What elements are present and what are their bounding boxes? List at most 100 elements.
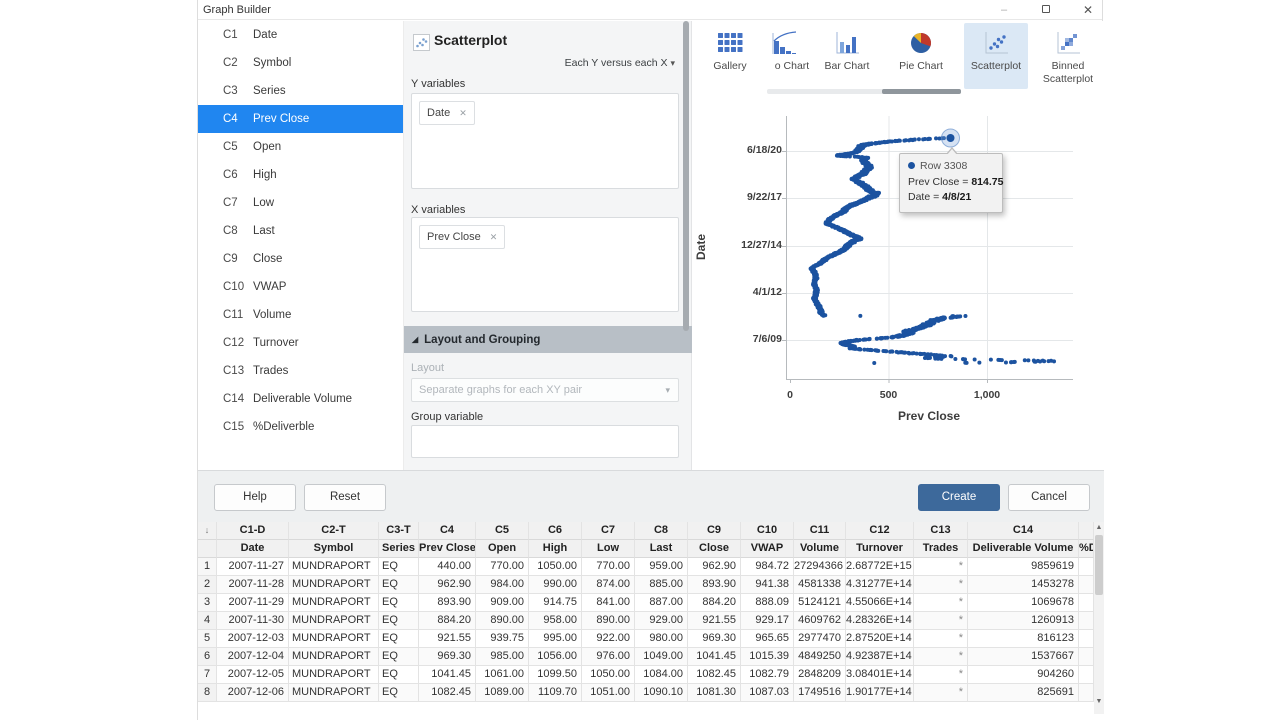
layout-dropdown[interactable]: Separate graphs for each XY pair ▾ xyxy=(411,378,679,402)
gallery-item-binned-scatterplot[interactable]: Binned Scatterplot xyxy=(1034,23,1102,89)
gallery-item-pie-chart[interactable]: Pie Chart xyxy=(890,23,952,89)
table-cell: 1082.45 xyxy=(688,666,741,684)
column-item-c5[interactable]: C5Open xyxy=(198,133,403,161)
worksheet-preview: ↓C1-DC2-TC3-TC4C5C6C7C8C9C10C11C12C13C14… xyxy=(198,522,1104,720)
table-cell: 1051.00 xyxy=(582,684,635,702)
table-cell: MUNDRAPORT xyxy=(289,648,379,666)
pareto-chart-icon xyxy=(771,30,797,58)
table-cell: * xyxy=(914,666,968,684)
table-cell: 841.00 xyxy=(582,594,635,612)
column-item-c10[interactable]: C10VWAP xyxy=(198,273,403,301)
table-cell: * xyxy=(914,612,968,630)
row-number: 1 xyxy=(198,558,217,576)
table-cell: * xyxy=(914,594,968,612)
table-cell: 941.38 xyxy=(741,576,794,594)
layout-grouping-section-header[interactable]: ◢ Layout and Grouping xyxy=(404,326,692,353)
column-header: Open xyxy=(476,540,529,558)
table-cell: 965.65 xyxy=(741,630,794,648)
scroll-up-icon[interactable]: ▲ xyxy=(1094,522,1104,534)
table-corner-cell[interactable] xyxy=(198,540,217,558)
remove-chip-icon[interactable]: ✕ xyxy=(459,108,467,119)
column-item-c13[interactable]: C13Trades xyxy=(198,357,403,385)
column-item-c6[interactable]: C6High xyxy=(198,161,403,189)
variable-chip-date[interactable]: Date✕ xyxy=(419,101,475,125)
restore-icon[interactable] xyxy=(1036,0,1056,20)
scroll-down-icon[interactable]: ▼ xyxy=(1094,696,1104,708)
y-tick-label: 9/22/17 xyxy=(696,191,782,203)
column-header: Close xyxy=(688,540,741,558)
column-item-c9[interactable]: C9Close xyxy=(198,245,403,273)
table-cell: * xyxy=(914,558,968,576)
table-cell: 990.00 xyxy=(529,576,582,594)
column-item-c4[interactable]: C4Prev Close xyxy=(198,105,403,133)
table-cell: 2007-11-30 xyxy=(217,612,289,630)
table-cell: 440.00 xyxy=(419,558,476,576)
column-header: C13 xyxy=(914,522,968,540)
layout-label: Layout xyxy=(411,362,444,374)
remove-chip-icon[interactable]: ✕ xyxy=(490,232,498,243)
table-cell: 939.75 xyxy=(476,630,529,648)
table-cell: 770.00 xyxy=(476,558,529,576)
table-cell: 929.17 xyxy=(741,612,794,630)
table-cell: 1749516 xyxy=(794,684,846,702)
table-cell: 1050.00 xyxy=(582,666,635,684)
panel-scrollbar[interactable] xyxy=(683,21,689,470)
x-variables-dropzone[interactable]: Prev Close✕ xyxy=(411,217,679,312)
plot-mode-dropdown[interactable]: Each Y versus each X ▾ xyxy=(565,57,675,69)
x-axis-title: Prev Close xyxy=(869,409,989,423)
table-cell: EQ xyxy=(379,666,419,684)
gallery-item-o-chart[interactable]: o Chart xyxy=(767,23,817,89)
table-cell: 2007-11-29 xyxy=(217,594,289,612)
close-icon[interactable]: ✕ xyxy=(1078,0,1098,20)
minimize-icon[interactable]: – xyxy=(994,0,1014,20)
column-header: C10 xyxy=(741,522,794,540)
table-cell: 921.55 xyxy=(688,612,741,630)
worksheet-scrollbar[interactable]: ▲ ▼ xyxy=(1094,522,1104,714)
table-cell: 816123 xyxy=(968,630,1079,648)
column-item-c1[interactable]: C1Date xyxy=(198,21,403,49)
table-cell: 1537667 xyxy=(968,648,1079,666)
column-item-c7[interactable]: C7Low xyxy=(198,189,403,217)
cancel-button[interactable]: Cancel xyxy=(1008,484,1090,511)
y-variables-dropzone[interactable]: Date✕ xyxy=(411,93,679,189)
table-cell xyxy=(1079,630,1094,648)
column-item-c14[interactable]: C14Deliverable Volume xyxy=(198,385,403,413)
table-row: 62007-12-04MUNDRAPORTEQ969.30985.001056.… xyxy=(198,648,1104,666)
gallery-item-scatterplot[interactable]: Scatterplot xyxy=(964,23,1028,89)
collapse-triangle-icon: ◢ xyxy=(412,335,418,344)
column-item-c15[interactable]: C15%Deliverble xyxy=(198,413,403,441)
table-cell: EQ xyxy=(379,648,419,666)
column-item-c3[interactable]: C3Series xyxy=(198,77,403,105)
chevron-down-icon: ▾ xyxy=(670,58,675,68)
table-cell: 1099.50 xyxy=(529,666,582,684)
x-tick-label: 500 xyxy=(859,389,919,401)
table-cell: 984.72 xyxy=(741,558,794,576)
reset-button[interactable]: Reset xyxy=(304,484,386,511)
table-corner-cell[interactable]: ↓ xyxy=(198,522,217,540)
column-item-c8[interactable]: C8Last xyxy=(198,217,403,245)
table-cell: 1260913 xyxy=(968,612,1079,630)
variable-chip-prev-close[interactable]: Prev Close✕ xyxy=(419,225,505,249)
x-tick-label: 1,000 xyxy=(957,389,1017,401)
column-item-c12[interactable]: C12Turnover xyxy=(198,329,403,357)
scatterplot-chart[interactable]: Date 6/18/209/22/1712/27/144/1/127/6/09 … xyxy=(692,94,1104,471)
table-cell xyxy=(1079,558,1094,576)
gallery-item-bar-chart[interactable]: Bar Chart xyxy=(816,23,878,89)
table-cell: 893.90 xyxy=(688,576,741,594)
table-cell: 2977470 xyxy=(794,630,846,648)
help-button[interactable]: Help xyxy=(214,484,296,511)
column-header: C7 xyxy=(582,522,635,540)
column-item-c2[interactable]: C2Symbol xyxy=(198,49,403,77)
group-variable-dropzone[interactable] xyxy=(411,425,679,458)
create-button[interactable]: Create xyxy=(918,484,1000,511)
column-header: Deliverable Volume xyxy=(968,540,1079,558)
scatterplot-panel-icon xyxy=(413,34,430,56)
table-cell: * xyxy=(914,684,968,702)
table-cell: * xyxy=(914,576,968,594)
column-item-c11[interactable]: C11Volume xyxy=(198,301,403,329)
table-cell: 890.00 xyxy=(476,612,529,630)
table-cell: 1081.30 xyxy=(688,684,741,702)
column-header: High xyxy=(529,540,582,558)
table-cell: 1453278 xyxy=(968,576,1079,594)
gallery-item-gallery[interactable]: Gallery xyxy=(699,23,761,89)
